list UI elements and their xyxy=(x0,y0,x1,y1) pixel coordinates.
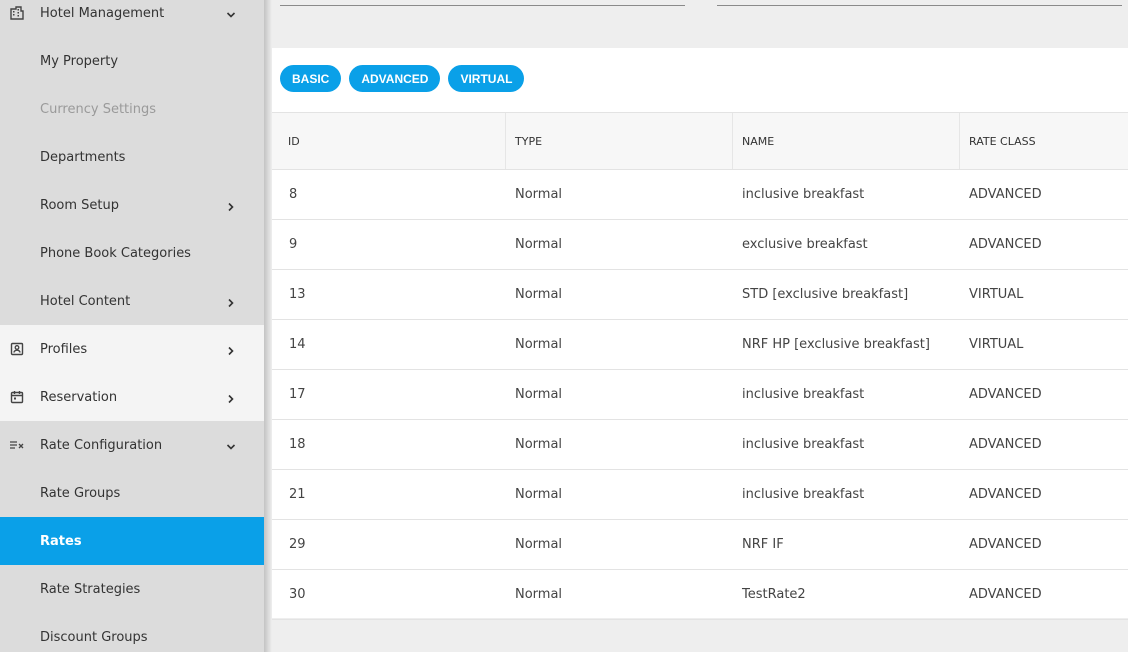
table-row[interactable]: 30 Normal TestRate2 ADVANCED xyxy=(272,570,1128,620)
sidebar-item-rate-configuration[interactable]: Rate Configuration xyxy=(0,421,264,469)
sidebar-item-departments[interactable]: Departments xyxy=(0,133,264,181)
chevron-right-icon xyxy=(226,296,236,308)
table-row[interactable]: 29 Normal NRF IF ADVANCED xyxy=(272,520,1128,570)
sidebar-item-reservation[interactable]: Reservation xyxy=(0,373,264,421)
rate-class-tabs: BASIC ADVANCED VIRTUAL xyxy=(280,65,525,92)
cell-rate-class: ADVANCED xyxy=(969,537,1042,552)
sidebar-item-label: Rates xyxy=(40,533,82,549)
chevron-down-icon xyxy=(226,8,236,18)
sidebar-item-label: Discount Groups xyxy=(40,629,148,645)
sidebar-item-room-setup[interactable]: Room Setup xyxy=(0,181,264,229)
cell-rate-class: ADVANCED xyxy=(969,237,1042,252)
cell-name: inclusive breakfast xyxy=(742,437,865,452)
sidebar: Hotel Management My Property Currency Se… xyxy=(0,0,264,652)
column-header-id[interactable]: ID xyxy=(272,113,506,169)
tab-virtual[interactable]: VIRTUAL xyxy=(448,65,525,92)
cell-name: NRF HP [exclusive breakfast] xyxy=(742,337,930,352)
cell-type: Normal xyxy=(515,237,563,252)
sidebar-item-label: Phone Book Categories xyxy=(40,245,191,261)
table-row[interactable]: 9 Normal exclusive breakfast ADVANCED xyxy=(272,220,1128,270)
table-row[interactable]: 21 Normal inclusive breakfast ADVANCED xyxy=(272,470,1128,520)
cell-type: Normal xyxy=(515,287,563,302)
chevron-right-icon xyxy=(226,344,236,356)
sidebar-shadow xyxy=(264,0,272,652)
cell-type: Normal xyxy=(515,337,563,352)
chevron-right-icon xyxy=(226,392,236,404)
cell-name: inclusive breakfast xyxy=(742,187,865,202)
table-header: ID TYPE NAME RATE CLASS xyxy=(272,113,1128,170)
column-header-rate-class[interactable]: RATE CLASS xyxy=(960,113,1128,169)
cell-id: 14 xyxy=(289,337,306,352)
sidebar-item-rate-strategies[interactable]: Rate Strategies xyxy=(0,565,264,613)
sidebar-item-currency-settings[interactable]: Currency Settings xyxy=(0,85,264,133)
table-row[interactable]: 14 Normal NRF HP [exclusive breakfast] V… xyxy=(272,320,1128,370)
sidebar-item-label: Room Setup xyxy=(40,197,119,213)
cell-id: 9 xyxy=(289,237,298,252)
cell-name: inclusive breakfast xyxy=(742,387,865,402)
cell-name: NRF IF xyxy=(742,537,784,552)
cell-rate-class: ADVANCED xyxy=(969,437,1042,452)
sidebar-item-label: Departments xyxy=(40,149,126,165)
chevron-down-icon xyxy=(226,440,236,450)
rate-list-icon xyxy=(9,437,25,453)
sidebar-item-label: Hotel Content xyxy=(40,293,131,309)
tab-basic[interactable]: BASIC xyxy=(280,65,342,92)
cell-type: Normal xyxy=(515,187,563,202)
cell-id: 29 xyxy=(289,537,306,552)
cell-id: 8 xyxy=(289,187,298,202)
sidebar-item-phone-book-categories[interactable]: Phone Book Categories xyxy=(0,229,264,277)
cell-id: 30 xyxy=(289,587,306,602)
calendar-icon xyxy=(9,389,25,405)
sidebar-item-hotel-management[interactable]: Hotel Management xyxy=(0,0,264,37)
sidebar-item-label: Currency Settings xyxy=(40,101,157,117)
cell-rate-class: ADVANCED xyxy=(969,487,1042,502)
cell-type: Normal xyxy=(515,537,563,552)
chevron-right-icon xyxy=(226,200,236,212)
rates-table: ID TYPE NAME RATE CLASS 8 Normal inclusi… xyxy=(272,112,1128,620)
sidebar-item-my-property[interactable]: My Property xyxy=(0,37,264,85)
cell-id: 21 xyxy=(289,487,306,502)
cell-rate-class: ADVANCED xyxy=(969,187,1042,202)
cell-rate-class: ADVANCED xyxy=(969,587,1042,602)
table-row[interactable]: 13 Normal STD [exclusive breakfast] VIRT… xyxy=(272,270,1128,320)
cell-type: Normal xyxy=(515,487,563,502)
cell-id: 13 xyxy=(289,287,306,302)
cell-type: Normal xyxy=(515,437,563,452)
filter-field-right[interactable] xyxy=(717,5,1122,6)
profile-badge-icon xyxy=(9,341,25,357)
filter-field-left[interactable] xyxy=(280,5,685,6)
column-header-type[interactable]: TYPE xyxy=(506,113,733,169)
cell-name: STD [exclusive breakfast] xyxy=(742,287,909,302)
cell-id: 18 xyxy=(289,437,306,452)
sidebar-item-label: Rate Groups xyxy=(40,485,121,501)
cell-type: Normal xyxy=(515,387,563,402)
cell-name: exclusive breakfast xyxy=(742,237,868,252)
sidebar-item-label: Rate Strategies xyxy=(40,581,141,597)
cell-name: inclusive breakfast xyxy=(742,487,865,502)
cell-id: 17 xyxy=(289,387,306,402)
sidebar-item-profiles[interactable]: Profiles xyxy=(0,325,264,373)
cell-rate-class: VIRTUAL xyxy=(969,287,1024,302)
table-row[interactable]: 17 Normal inclusive breakfast ADVANCED xyxy=(272,370,1128,420)
cell-name: TestRate2 xyxy=(742,587,806,602)
sidebar-item-label: My Property xyxy=(40,53,119,69)
sidebar-item-hotel-content[interactable]: Hotel Content xyxy=(0,277,264,325)
tab-advanced[interactable]: ADVANCED xyxy=(349,65,441,92)
cell-rate-class: ADVANCED xyxy=(969,387,1042,402)
sidebar-item-rate-groups[interactable]: Rate Groups xyxy=(0,469,264,517)
cell-rate-class: VIRTUAL xyxy=(969,337,1024,352)
cell-type: Normal xyxy=(515,587,563,602)
sidebar-item-rates[interactable]: Rates xyxy=(0,517,264,565)
building-icon xyxy=(9,5,25,21)
column-header-name[interactable]: NAME xyxy=(733,113,960,169)
rates-panel: BASIC ADVANCED VIRTUAL ID TYPE NAME RATE… xyxy=(272,48,1128,620)
table-row[interactable]: 8 Normal inclusive breakfast ADVANCED xyxy=(272,170,1128,220)
sidebar-item-discount-groups[interactable]: Discount Groups xyxy=(0,613,264,652)
table-row[interactable]: 18 Normal inclusive breakfast ADVANCED xyxy=(272,420,1128,470)
